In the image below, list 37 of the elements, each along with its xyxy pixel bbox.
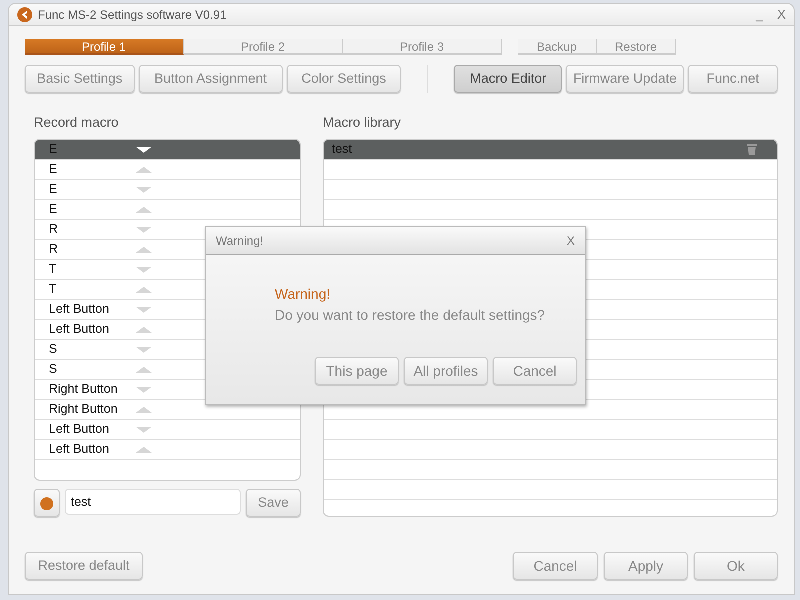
section-label: Record macro — [34, 114, 120, 132]
profile-tab[interactable]: Profile 1 — [25, 39, 184, 55]
nav-button[interactable]: Macro Editor — [454, 65, 562, 93]
profile-action-tab[interactable]: Restore — [597, 39, 676, 55]
macro-name-field[interactable]: test — [65, 489, 241, 516]
dialog-button[interactable]: All profiles — [404, 357, 488, 385]
minimize-button[interactable]: _ — [756, 4, 764, 24]
nav-button[interactable]: Firmware Update — [566, 65, 684, 93]
macro-event-row[interactable]: E — [35, 200, 300, 220]
window-title: Func MS-2 Settings software V0.91 — [38, 6, 227, 24]
section-label: Macro library — [323, 114, 402, 132]
restore-default-button[interactable]: Restore default — [25, 552, 143, 580]
nav-button[interactable]: Func.net — [688, 65, 778, 93]
close-button[interactable]: X — [777, 4, 786, 24]
profile-tab[interactable]: Profile 2 — [184, 39, 343, 55]
logo-icon — [17, 6, 33, 22]
profile-tab[interactable]: Profile 3 — [343, 39, 502, 55]
library-row[interactable]: test — [324, 140, 777, 160]
nav-button[interactable]: Basic Settings — [25, 65, 135, 93]
dialog-button[interactable]: This page — [315, 357, 399, 385]
record-icon — [40, 496, 54, 511]
macro-event-row[interactable]: E — [35, 140, 300, 160]
nav-button[interactable]: Color Settings — [286, 65, 402, 93]
dialog-button[interactable]: Cancel — [493, 357, 577, 385]
footer-button[interactable]: Apply — [604, 552, 688, 580]
macro-event-row[interactable]: Left Button — [35, 440, 300, 460]
footer-button[interactable]: Cancel — [513, 552, 598, 580]
footer-button[interactable]: Ok — [694, 552, 778, 580]
record-button[interactable] — [34, 489, 60, 518]
macro-event-row[interactable]: Left Button — [35, 420, 300, 440]
save-button[interactable]: Save — [246, 489, 301, 518]
nav-button[interactable]: Button Assignment — [138, 65, 283, 93]
macro-event-row[interactable]: E — [35, 180, 300, 200]
profile-action-tab[interactable]: Backup — [518, 39, 597, 55]
close-button[interactable]: X — [566, 232, 575, 250]
trash-icon — [747, 144, 757, 156]
macro-event-row[interactable]: E — [35, 160, 300, 180]
